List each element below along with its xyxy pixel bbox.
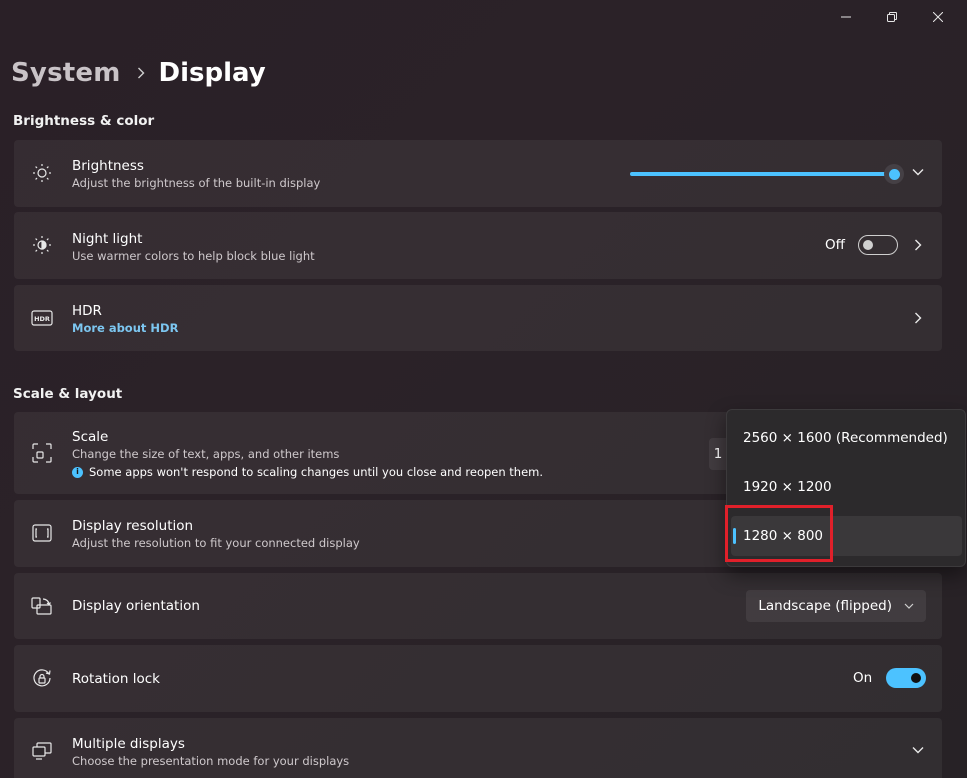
brightness-card[interactable]: Brightness Adjust the brightness of the … [14,140,942,207]
chevron-down-icon [904,601,914,611]
close-icon [933,12,943,22]
scale-note-text: Some apps won't respond to scaling chang… [89,465,544,479]
hdr-more-link[interactable]: More about HDR [72,320,178,336]
scale-note: i Some apps won't respond to scaling cha… [72,464,543,480]
hdr-card[interactable]: HDR HDR More about HDR [14,285,942,351]
svg-text:HDR: HDR [34,315,50,323]
info-icon: i [72,466,83,478]
chevron-right-icon[interactable] [912,312,924,324]
section-scale-layout: Scale & layout [13,386,123,402]
multiple-displays-card[interactable]: Multiple displays Choose the presentatio… [14,718,942,778]
breadcrumb-system[interactable]: System [11,58,121,88]
multiple-displays-title: Multiple displays [72,736,185,752]
brightness-subtitle: Adjust the brightness of the built-in di… [72,176,321,190]
multiple-displays-subtitle: Choose the presentation mode for your di… [72,754,350,768]
window-controls [823,6,961,28]
display-resolution-subtitle: Adjust the resolution to fit your connec… [72,536,360,550]
restore-icon [887,12,897,22]
resolution-option-2560x1600[interactable]: 2560 × 1600 (Recommended) [731,418,962,458]
resolution-icon [30,521,54,545]
night-light-toggle[interactable] [858,235,898,255]
minimize-button[interactable] [823,6,869,28]
rotation-lock-icon [30,666,54,690]
scale-dropdown[interactable]: 1 [709,438,727,470]
night-light-card[interactable]: Night light Use warmer colors to help bl… [14,212,942,279]
night-light-title: Night light [72,231,143,247]
display-resolution-title: Display resolution [72,518,194,534]
chevron-down-icon[interactable] [912,166,924,178]
chevron-right-icon[interactable] [912,239,924,251]
chevron-right-icon [137,67,145,79]
hdr-icon: HDR [30,306,54,330]
close-button[interactable] [915,6,961,28]
rotation-lock-card[interactable]: Rotation lock On [14,645,942,712]
night-light-icon [30,233,54,257]
brightness-title: Brightness [72,158,144,174]
brightness-slider[interactable] [630,164,904,184]
hdr-title: HDR [72,303,102,319]
sun-icon [30,161,54,185]
resolution-option-1920x1200[interactable]: 1920 × 1200 [731,467,962,507]
page-title: Display [158,58,266,88]
rotation-lock-state: On [853,670,873,686]
display-orientation-title: Display orientation [72,598,200,614]
display-orientation-card[interactable]: Display orientation Landscape (flipped) [14,573,942,639]
section-brightness-color: Brightness & color [13,113,155,129]
scale-icon [30,441,54,465]
scale-subtitle: Change the size of text, apps, and other… [72,447,340,461]
scale-title: Scale [72,429,109,445]
brightness-slider-thumb[interactable] [884,164,904,184]
breadcrumb: System Display [11,58,266,88]
selection-highlight-box [725,505,833,562]
orientation-icon [30,594,54,618]
orientation-value: Landscape (flipped) [758,598,892,614]
chevron-down-icon[interactable] [912,744,924,756]
rotation-lock-toggle[interactable] [886,668,926,688]
rotation-lock-title: Rotation lock [72,671,161,687]
night-light-subtitle: Use warmer colors to help block blue lig… [72,249,315,263]
multiple-displays-icon [30,739,54,763]
orientation-dropdown[interactable]: Landscape (flipped) [746,590,926,622]
night-light-state: Off [825,237,845,253]
minimize-icon [841,16,851,18]
restore-button[interactable] [869,6,915,28]
